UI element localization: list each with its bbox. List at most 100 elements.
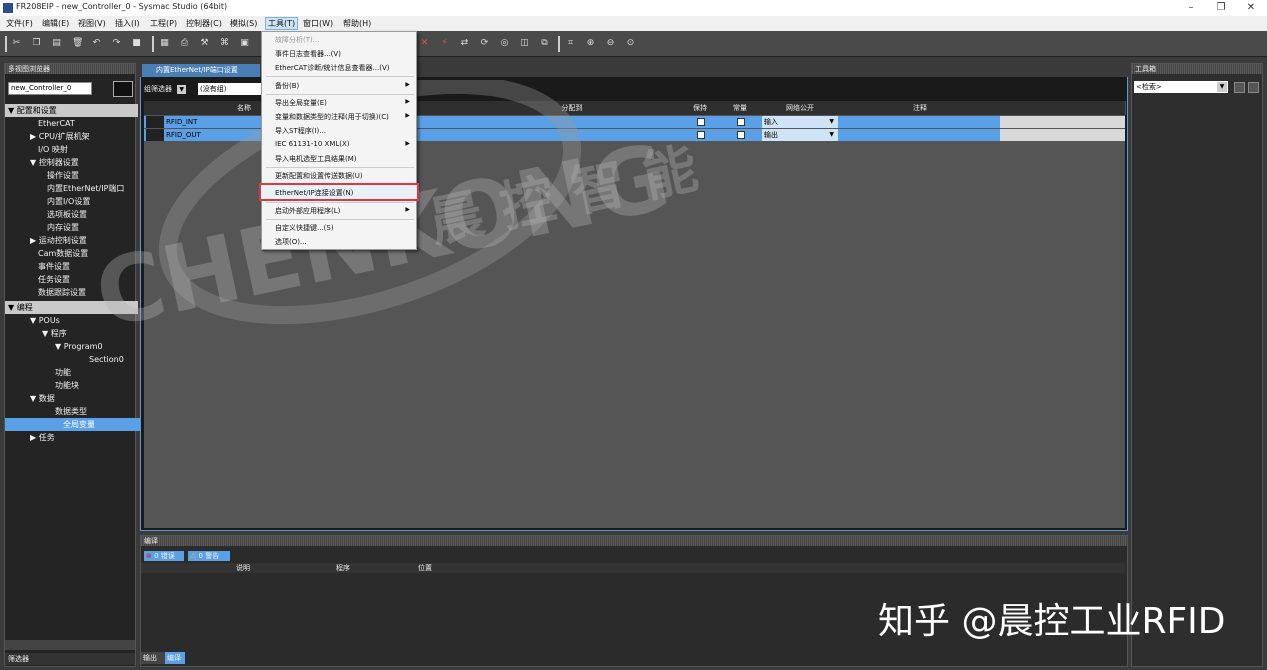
menu-item-fault-analysis[interactable]: 故障分析(T)... [275, 35, 319, 45]
tree-label: POUs [38, 316, 60, 325]
column-header-constant[interactable]: 常量 [720, 101, 761, 115]
menu-insert[interactable]: 插入(I) [115, 18, 140, 29]
fit-icon[interactable]: ⌗ [566, 39, 575, 48]
horizontal-scrollbar[interactable] [5, 640, 135, 650]
network-publish-select[interactable]: 输入 ▼ [762, 116, 838, 128]
col-description[interactable]: 说明 [236, 563, 250, 573]
controller-icon[interactable] [113, 81, 133, 97]
online-icon[interactable]: ⚡ [440, 39, 449, 48]
minimize-button[interactable]: – [1176, 0, 1206, 16]
monitor-icon[interactable]: ◎ [500, 39, 509, 48]
menu-tools[interactable]: 工具(T) [265, 17, 299, 30]
menu-help[interactable]: 帮助(H) [343, 18, 371, 29]
tree-item-tasks[interactable]: ▶ 任务 [5, 431, 160, 444]
zoom-reset-icon[interactable]: ⊙ [626, 39, 635, 48]
tab-builtin-eip-settings[interactable]: 内置EtherNet/IP端口设置 [142, 64, 260, 77]
menu-item-comments-switch[interactable]: 变量和数据类型的注释(用于切换)(C) [275, 112, 389, 122]
menu-view[interactable]: 视图(V) [78, 18, 106, 29]
errors-filter[interactable]: ⊗ 0 错误 [144, 551, 184, 561]
menu-item-ethercat-diag[interactable]: EtherCAT诊断/统计信息查看器...(V) [275, 63, 389, 73]
tree-label: 控制器设置 [38, 158, 79, 167]
group-filter-value: (没有组) [200, 85, 227, 93]
compare-icon[interactable]: ⧉ [540, 39, 549, 48]
maximize-button[interactable]: ❐ [1206, 0, 1236, 16]
tab-build[interactable]: 编译 [165, 652, 185, 664]
col-program[interactable]: 程序 [336, 563, 350, 573]
menu-file[interactable]: 文件(F) [6, 18, 33, 29]
menu-item-backup[interactable]: 备份(B) [275, 81, 299, 91]
filter-bar[interactable]: 筛选器 [5, 653, 135, 665]
menu-item-custom-shortcuts[interactable]: 自定义快捷键...(S) [275, 223, 334, 233]
menu-window[interactable]: 窗口(W) [303, 18, 333, 29]
controller-select[interactable]: new_Controller_0 [8, 82, 92, 95]
save-icon[interactable]: ■ [132, 39, 141, 48]
tree-item-pous[interactable]: ▼ POUs [5, 314, 160, 327]
zoom-out-icon[interactable]: ⊖ [606, 39, 615, 48]
constant-checkbox[interactable] [737, 131, 745, 139]
search-icon[interactable] [1234, 82, 1245, 93]
paste-icon[interactable]: ▤ [52, 39, 61, 48]
toolbox-search[interactable]: <检索> [1134, 81, 1228, 93]
delete-icon[interactable]: 🗑 [72, 39, 83, 48]
chevron-down-icon[interactable]: ▼ [1217, 82, 1227, 92]
tree-label: 运动控制设置 [38, 236, 87, 245]
filter-icon[interactable]: ▼ [177, 85, 187, 94]
sync-icon[interactable]: ⟳ [480, 39, 489, 48]
menu-item-import-motor-sizing[interactable]: 导入电机选型工具结果(M) [275, 154, 357, 164]
column-header-comment[interactable]: 注释 [840, 101, 1001, 115]
menu-item-update-transfer-data[interactable]: 更新配置和设置传送数据(U) [275, 171, 363, 181]
menu-item-options[interactable]: 选项(O)... [275, 237, 307, 247]
transfer-icon[interactable]: ⇄ [460, 39, 469, 48]
menu-item-event-log[interactable]: 事件日志查看器...(V) [275, 49, 341, 59]
column-header-network[interactable]: 网络公开 [760, 101, 841, 115]
tree-section-config[interactable]: ▼ 配置和设置 [5, 104, 138, 117]
menu-project[interactable]: 工程(P) [150, 18, 177, 29]
constant-checkbox[interactable] [737, 118, 745, 126]
panel-header: 编译 [141, 536, 1127, 546]
retain-checkbox[interactable] [697, 118, 705, 126]
col-location[interactable]: 位置 [418, 563, 432, 573]
tree-label: 选项板设置 [47, 210, 87, 219]
tree-item-cpu-rack[interactable]: ▶ CPU/扩展机架 [5, 130, 160, 143]
tree-section-programming[interactable]: ▼ 编程 [5, 301, 138, 314]
tree-label: Cam数据设置 [38, 249, 89, 258]
close-button[interactable]: ✕ [1236, 0, 1266, 16]
retain-checkbox[interactable] [697, 131, 705, 139]
menu-controller[interactable]: 控制器(C) [186, 18, 222, 29]
error-icon: ⊗ [146, 552, 152, 560]
tab-output[interactable]: 输出 [141, 652, 165, 664]
menu-item-launch-external-app[interactable]: 启动外部应用程序(L) [275, 206, 340, 216]
warnings-filter[interactable]: ⚠ 0 警告 [188, 551, 230, 561]
print-icon[interactable]: ⎙ [180, 39, 189, 48]
cross-ref-icon[interactable]: ⌘ [220, 39, 229, 48]
tree-item-controller-setup[interactable]: ▼ 控制器设置 [5, 156, 160, 169]
undo-icon[interactable]: ↶ [92, 39, 101, 48]
tree-item-motion[interactable]: ▶ 运动控制设置 [5, 234, 160, 247]
row-handle[interactable] [146, 129, 164, 141]
submenu-arrow-icon: ▶ [405, 81, 410, 88]
grid-icon[interactable]: ▦ [160, 39, 169, 48]
column-header-retain[interactable]: 保持 [680, 101, 721, 115]
network-publish-select[interactable]: 输出 ▼ [762, 129, 838, 141]
group-filter-select[interactable]: (没有组) [198, 83, 268, 95]
redo-icon[interactable]: ↷ [112, 39, 121, 48]
column-header-blank [1000, 101, 1126, 115]
menu-separator [266, 94, 414, 95]
menu-item-import-st[interactable]: 导入ST程序(I)... [275, 126, 326, 136]
zoom-in-icon[interactable]: ⊕ [586, 39, 595, 48]
cut-icon[interactable]: ✂ [12, 39, 21, 48]
build-icon[interactable]: ▣ [240, 39, 249, 48]
menu-item-export-globals[interactable]: 导出全局变量(E) [275, 98, 327, 108]
tree-item-data[interactable]: ▼ 数据 [5, 392, 160, 405]
watch-icon[interactable]: ◫ [520, 39, 529, 48]
wrench-icon[interactable]: ⚒ [200, 39, 209, 48]
column-header-assign[interactable]: 分配到 [464, 101, 681, 115]
row-handle[interactable] [146, 116, 164, 128]
menu-item-eip-connection-settings[interactable]: EtherNet/IP连接设置(N) [275, 188, 353, 198]
menu-simulation[interactable]: 模拟(S) [230, 18, 257, 29]
clear-icon[interactable] [1248, 82, 1259, 93]
menu-item-iec-xml[interactable]: IEC 61131-10 XML(X) [275, 140, 350, 148]
stop-icon[interactable]: ✕ [420, 39, 429, 48]
menu-edit[interactable]: 编辑(E) [42, 18, 69, 29]
copy-icon[interactable]: ❐ [32, 39, 41, 48]
